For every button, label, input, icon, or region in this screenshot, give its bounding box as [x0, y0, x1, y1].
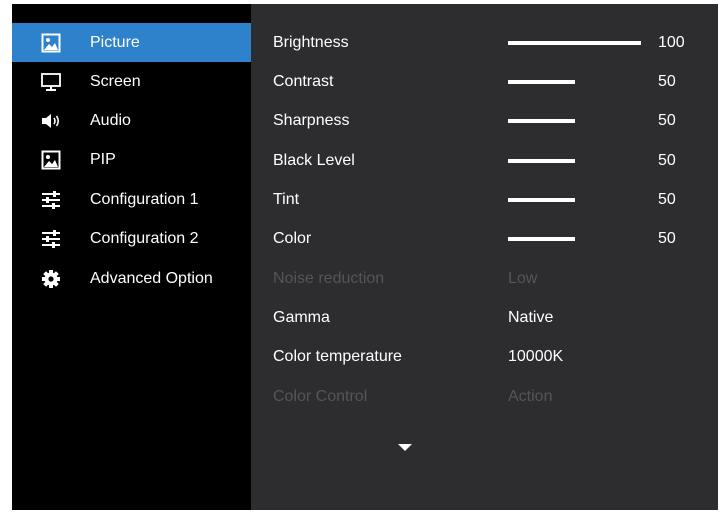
sidebar-item-pip[interactable]: PIP: [12, 140, 251, 179]
sidebar-item-audio[interactable]: Audio: [12, 101, 251, 140]
sidebar-item-screen[interactable]: Screen: [12, 62, 251, 101]
tint-label: Tint: [273, 191, 300, 208]
color-temperature-row[interactable]: Color temperature 10000K: [251, 337, 718, 376]
gamma-label: Gamma: [273, 309, 330, 326]
gear-icon: [42, 270, 60, 288]
sidebar-item-label: Advanced Option: [90, 270, 213, 287]
sidebar-item-configuration-1[interactable]: Configuration 1: [12, 180, 251, 219]
black-level-slider[interactable]: [508, 159, 575, 163]
sidebar-item-label: Configuration 1: [90, 191, 199, 208]
brightness-value: 100: [658, 34, 685, 51]
sliders-icon: [42, 191, 60, 209]
sliders-icon: [42, 230, 60, 248]
sidebar-item-label: Screen: [90, 73, 141, 90]
sidebar-item-advanced-option[interactable]: Advanced Option: [12, 259, 251, 298]
color-control-value: Action: [508, 388, 553, 405]
sidebar-item-picture[interactable]: Picture: [12, 23, 251, 62]
tint-slider[interactable]: [508, 198, 575, 202]
sidebar-item-label: Audio: [90, 112, 131, 129]
black-level-row[interactable]: Black Level 50: [251, 141, 718, 180]
sidebar-item-label: Picture: [90, 34, 140, 51]
sidebar: Picture Screen Audio PIP Configuration 1…: [12, 4, 251, 510]
brightness-label: Brightness: [273, 34, 349, 51]
black-level-value: 50: [658, 152, 676, 169]
tint-value: 50: [658, 191, 676, 208]
picture-icon: [41, 150, 61, 170]
contrast-slider[interactable]: [508, 80, 575, 84]
tint-row[interactable]: Tint 50: [251, 180, 718, 219]
sharpness-row[interactable]: Sharpness 50: [251, 101, 718, 140]
contrast-label: Contrast: [273, 73, 334, 90]
color-temperature-value[interactable]: 10000K: [508, 347, 563, 367]
sharpness-label: Sharpness: [273, 112, 350, 129]
contrast-row[interactable]: Contrast 50: [251, 62, 718, 101]
gamma-row[interactable]: Gamma Native: [251, 298, 718, 337]
contrast-value: 50: [658, 73, 676, 90]
noise-reduction-label: Noise reduction: [273, 270, 385, 287]
picture-icon: [41, 33, 61, 53]
color-slider[interactable]: [508, 237, 575, 241]
color-label: Color: [273, 230, 312, 247]
speaker-icon: [42, 114, 60, 128]
gamma-value[interactable]: Native: [508, 308, 553, 328]
brightness-slider[interactable]: [508, 41, 641, 45]
sidebar-item-label: PIP: [90, 151, 116, 168]
brightness-row[interactable]: Brightness 100: [251, 23, 718, 62]
sidebar-item-label: Configuration 2: [90, 230, 199, 247]
noise-reduction-row: Noise reduction Low: [251, 259, 718, 298]
color-row[interactable]: Color 50: [251, 219, 718, 258]
color-control-label: Color Control: [273, 388, 368, 405]
osd-menu: Picture Screen Audio PIP Configuration 1…: [12, 4, 718, 510]
noise-reduction-value: Low: [508, 270, 538, 287]
black-level-label: Black Level: [273, 152, 355, 169]
sidebar-item-configuration-2[interactable]: Configuration 2: [12, 219, 251, 258]
chevron-down-icon[interactable]: [398, 444, 412, 451]
sharpness-value: 50: [658, 112, 676, 129]
color-control-row: Color Control Action: [251, 377, 718, 416]
settings-panel: Brightness 100 Contrast 50 Sharpness 50 …: [251, 4, 718, 510]
color-value: 50: [658, 230, 676, 247]
sharpness-slider[interactable]: [508, 119, 575, 123]
monitor-icon: [41, 73, 61, 91]
color-temperature-label: Color temperature: [273, 348, 402, 365]
